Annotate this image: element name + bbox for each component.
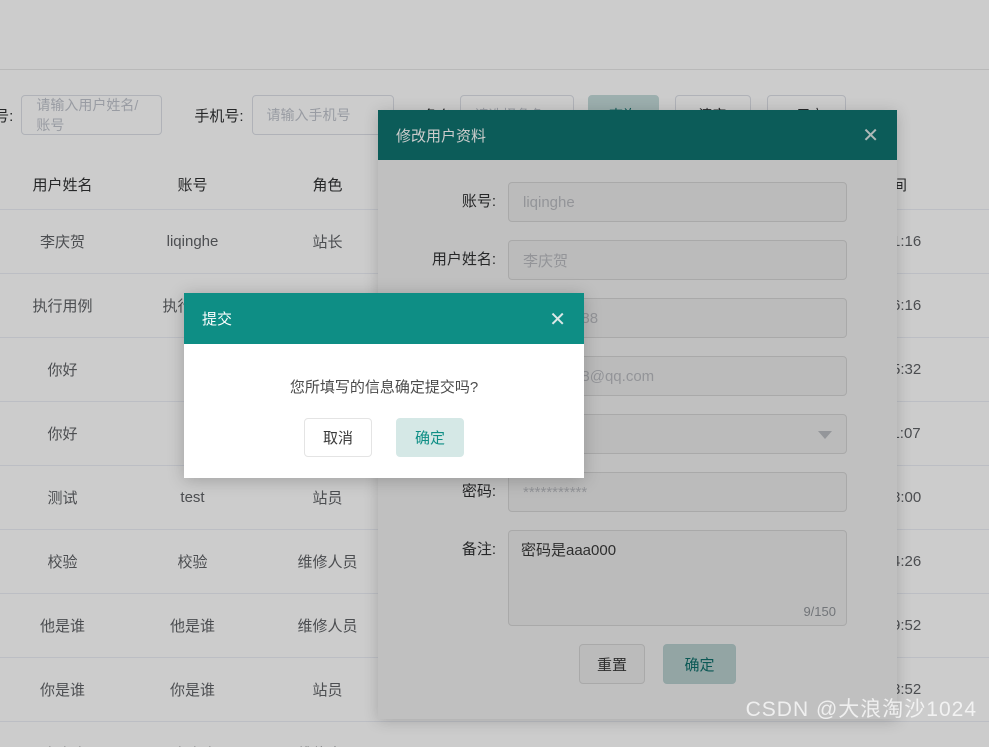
field-username: 用户姓名: 李庆贺 [378, 240, 847, 280]
field-remark: 备注: 密码是aaa000 9/150 [378, 530, 847, 626]
field-password-label: 密码: [461, 483, 496, 500]
close-icon[interactable]: ✕ [549, 309, 566, 329]
confirm-dialog-header: 提交 ✕ [184, 293, 584, 344]
close-icon[interactable]: ✕ [862, 125, 879, 145]
confirm-actions: 取消 确定 [184, 418, 584, 457]
remark-textarea[interactable]: 密码是aaa000 9/150 [508, 530, 847, 626]
remark-text: 密码是aaa000 [521, 542, 617, 559]
confirm-dialog: 提交 ✕ 您所填写的信息确定提交吗? 取消 确定 [184, 293, 584, 478]
edit-dialog-actions: 重置 确定 [378, 644, 847, 684]
account-input[interactable]: liqinghe [508, 182, 847, 222]
submit-button[interactable]: 确定 [663, 644, 736, 684]
field-username-label: 用户姓名: [431, 251, 496, 268]
reset-button[interactable]: 重置 [579, 644, 645, 684]
remark-char-count: 9/150 [803, 604, 836, 619]
app-root: 列表 名/账号: 请输入用户姓名/账号 手机号: 请输入手机号 角色 请选择角色… [0, 0, 989, 747]
edit-dialog-header: 修改用户资料 ✕ [378, 110, 897, 160]
field-remark-label: 备注: [461, 541, 496, 558]
password-input[interactable]: *********** [508, 472, 847, 512]
edit-dialog-title: 修改用户资料 [396, 127, 487, 145]
field-account: 账号: liqinghe [378, 182, 847, 222]
field-password: 密码: *********** [378, 472, 847, 512]
confirm-dialog-title: 提交 [202, 311, 233, 328]
field-account-label: 账号: [461, 193, 496, 210]
chevron-down-icon [818, 431, 832, 439]
confirm-button[interactable]: 确定 [396, 418, 464, 457]
cancel-button[interactable]: 取消 [304, 418, 372, 457]
username-input[interactable]: 李庆贺 [508, 240, 847, 280]
confirm-message: 您所填写的信息确定提交吗? [289, 379, 479, 396]
